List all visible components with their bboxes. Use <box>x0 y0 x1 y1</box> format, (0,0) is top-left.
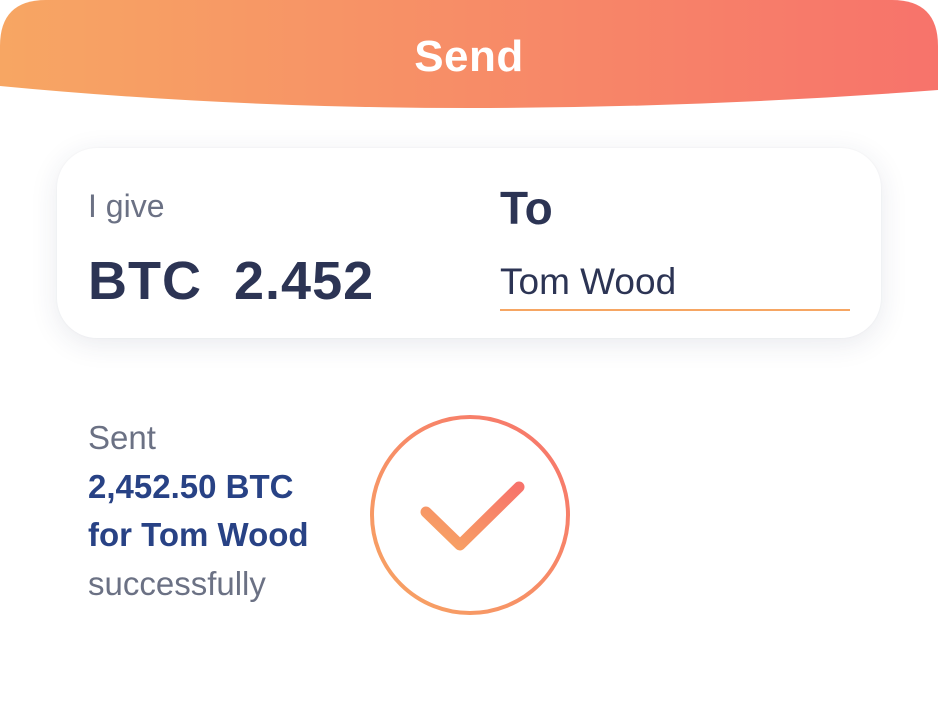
give-label: I give <box>88 188 165 224</box>
page-title: Send <box>414 32 524 81</box>
status-message: Sent 2,452.50 BTC for Tom Wood successfu… <box>88 414 309 608</box>
amount-value: 2.452 <box>234 251 375 311</box>
send-screen: Send I give BTC 2.452 To Sent 2,452.50 B… <box>0 0 938 704</box>
checkmark-circle-icon <box>369 414 571 621</box>
recipient-input[interactable] <box>500 255 850 311</box>
status-line-amount: 2,452.50 BTC <box>88 467 294 505</box>
to-label: To <box>500 182 553 234</box>
status-line-result: successfully <box>88 564 266 602</box>
amount-display: BTC 2.452 <box>88 250 374 312</box>
currency-code: BTC <box>88 251 202 311</box>
status-line-recipient: for Tom Wood <box>88 516 309 553</box>
status-line-sent: Sent <box>88 419 156 456</box>
header: Send <box>0 0 938 112</box>
